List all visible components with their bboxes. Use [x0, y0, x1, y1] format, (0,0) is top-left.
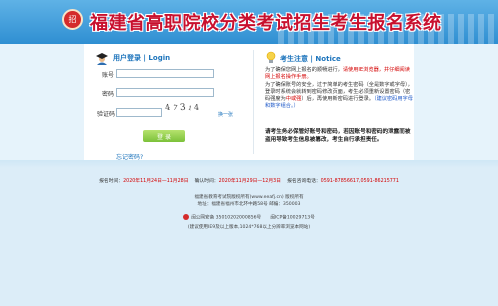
registration-dates: 报名时间：2020年11月24日—11月28日 确认时间：2020年11月29日…	[0, 177, 498, 184]
captcha-char: 1	[187, 104, 193, 113]
notice-text: 为了确保您网上报名的顺畅进行，	[265, 67, 343, 73]
notice-body: 为了确保您网上报名的顺畅进行，请使用IE浏览器，并仔细阅读网上报名操作手册。 为…	[265, 67, 413, 111]
notice-paragraph-1: 为了确保您网上报名的顺畅进行，请使用IE浏览器，并仔细阅读网上报名操作手册。	[265, 67, 413, 81]
notice-text: ）后，再使用新密码进行登录。	[301, 96, 374, 102]
browser-hint-line: (建议使用IE9及以上版本,1024*768以上分辨率浏览本网站)	[187, 225, 311, 230]
captcha-image[interactable]: 4 7 3 1 4	[164, 102, 205, 125]
date2-value: 2020年11月29日—12月3日	[218, 179, 281, 184]
phone-value: 0591-87856617,0591-86215771	[320, 179, 399, 184]
captcha-char: 4	[164, 102, 171, 113]
date2-label: 确认时间：	[194, 179, 219, 184]
password-input[interactable]	[116, 88, 214, 97]
page-title: 福建省高职院校分类考试招生考生报名系统	[90, 13, 442, 34]
panel-divider	[253, 50, 254, 154]
logo-icon: 招	[62, 9, 83, 30]
record-text: 闽公网安备 35010202000856号 闽ICP备10029713号	[191, 215, 315, 221]
footer-band	[0, 160, 498, 168]
notice-warning: 请考生务必保管好账号和密码，若因账号和密码的泄露而被盗用导致考生信息被篡改，考生…	[265, 129, 411, 143]
captcha-label: 验证码	[97, 111, 116, 118]
police-badge-icon	[183, 214, 190, 220]
login-title: 用户登录 | Login	[113, 54, 171, 62]
phone-label: 报名咨询电话：	[287, 179, 321, 184]
date1-label: 报名时间：	[99, 179, 124, 184]
copyright-line: 福建省教育考试院版权所有(www.eeafj.cn) 版权所有	[194, 195, 304, 200]
account-input[interactable]	[116, 69, 214, 78]
captcha-char: 3	[179, 102, 186, 114]
record-line: 闽公网安备 35010202000856号 闽ICP备10029713号	[0, 214, 498, 221]
lightbulb-icon	[266, 51, 276, 63]
notice-emphasis: 中或强	[285, 96, 302, 102]
captcha-input[interactable]	[116, 108, 162, 117]
page: 招 福建省高职院校分类考试招生考生报名系统 用户登录 | Login 账号 密码…	[0, 0, 498, 306]
captcha-char: 4	[194, 102, 200, 113]
notice-paragraph-2: 为了确保账号的安全，过于简单的考生密码（全是数字或字母），登录时系统会就转到密码…	[265, 82, 413, 110]
address-line: 地址：福建省福州市北环中路58号 邮编：350003	[197, 202, 301, 207]
notice-title: 考生注意 | Notice	[280, 55, 341, 63]
login-button[interactable]: 登 录	[143, 130, 185, 142]
date1-value: 2020年11月24日—11月28日	[123, 179, 189, 184]
refresh-captcha-link[interactable]: 换一张	[218, 111, 233, 118]
password-label: 密码	[102, 91, 115, 98]
user-graduate-icon	[96, 53, 108, 65]
captcha-char: 7	[172, 103, 178, 113]
account-label: 账号	[102, 72, 115, 79]
